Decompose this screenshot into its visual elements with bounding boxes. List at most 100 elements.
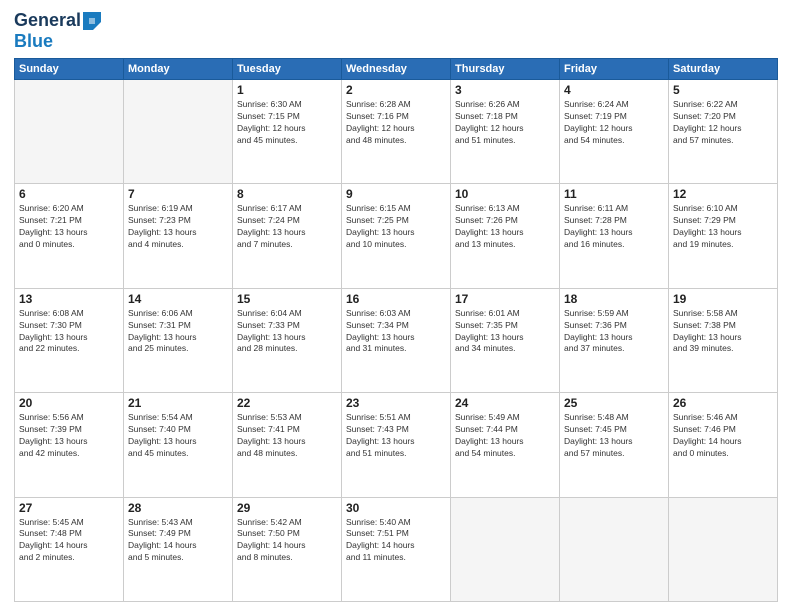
day-info: Sunrise: 6:24 AM Sunset: 7:19 PM Dayligh… xyxy=(564,99,664,147)
day-info: Sunrise: 5:58 AM Sunset: 7:38 PM Dayligh… xyxy=(673,308,773,356)
day-number: 14 xyxy=(128,292,228,306)
calendar-week-1: 6 Sunrise: 6:20 AM Sunset: 7:21 PM Daylig… xyxy=(15,184,778,288)
day-number: 24 xyxy=(455,396,555,410)
day-number: 17 xyxy=(455,292,555,306)
day-info: Sunrise: 5:59 AM Sunset: 7:36 PM Dayligh… xyxy=(564,308,664,356)
day-number: 27 xyxy=(19,501,119,515)
day-info: Sunrise: 6:20 AM Sunset: 7:21 PM Dayligh… xyxy=(19,203,119,251)
day-number: 8 xyxy=(237,187,337,201)
day-info: Sunrise: 5:45 AM Sunset: 7:48 PM Dayligh… xyxy=(19,517,119,565)
calendar-cell xyxy=(451,497,560,601)
calendar-cell: 5 Sunrise: 6:22 AM Sunset: 7:20 PM Daylig… xyxy=(669,80,778,184)
calendar-cell: 20 Sunrise: 5:56 AM Sunset: 7:39 PM Dayli… xyxy=(15,393,124,497)
calendar-cell: 16 Sunrise: 6:03 AM Sunset: 7:34 PM Dayli… xyxy=(342,288,451,392)
day-number: 6 xyxy=(19,187,119,201)
day-number: 29 xyxy=(237,501,337,515)
logo-general-text: General xyxy=(14,10,81,31)
col-header-wednesday: Wednesday xyxy=(342,59,451,80)
calendar-cell: 25 Sunrise: 5:48 AM Sunset: 7:45 PM Dayli… xyxy=(560,393,669,497)
day-info: Sunrise: 5:51 AM Sunset: 7:43 PM Dayligh… xyxy=(346,412,446,460)
day-info: Sunrise: 6:11 AM Sunset: 7:28 PM Dayligh… xyxy=(564,203,664,251)
day-number: 26 xyxy=(673,396,773,410)
day-number: 12 xyxy=(673,187,773,201)
day-info: Sunrise: 6:03 AM Sunset: 7:34 PM Dayligh… xyxy=(346,308,446,356)
calendar-cell: 3Sunrise: 6:26 AM Sunset: 7:18 PM Daylig… xyxy=(451,80,560,184)
calendar-week-0: 1 Sunrise: 6:30 AM Sunset: 7:15 PM Daylig… xyxy=(15,80,778,184)
day-number: 10 xyxy=(455,187,555,201)
calendar-cell: 28 Sunrise: 5:43 AM Sunset: 7:49 PM Dayli… xyxy=(124,497,233,601)
day-number: 20 xyxy=(19,396,119,410)
day-info: Sunrise: 5:46 AM Sunset: 7:46 PM Dayligh… xyxy=(673,412,773,460)
day-info: Sunrise: 6:19 AM Sunset: 7:23 PM Dayligh… xyxy=(128,203,228,251)
day-number: 2 xyxy=(346,83,446,97)
day-number: 5 xyxy=(673,83,773,97)
day-number: 3 xyxy=(455,83,555,97)
day-info: Sunrise: 5:53 AM Sunset: 7:41 PM Dayligh… xyxy=(237,412,337,460)
day-number: 30 xyxy=(346,501,446,515)
calendar-cell: 13 Sunrise: 6:08 AM Sunset: 7:30 PM Dayli… xyxy=(15,288,124,392)
logo: General Blue xyxy=(14,10,101,52)
day-number: 13 xyxy=(19,292,119,306)
calendar-cell: 21Sunrise: 5:54 AM Sunset: 7:40 PM Dayli… xyxy=(124,393,233,497)
calendar-cell: 29Sunrise: 5:42 AM Sunset: 7:50 PM Dayli… xyxy=(233,497,342,601)
calendar-cell: 7 Sunrise: 6:19 AM Sunset: 7:23 PM Daylig… xyxy=(124,184,233,288)
logo-blue-text: Blue xyxy=(14,31,53,52)
day-info: Sunrise: 6:30 AM Sunset: 7:15 PM Dayligh… xyxy=(237,99,337,147)
calendar-cell xyxy=(124,80,233,184)
calendar-cell: 14Sunrise: 6:06 AM Sunset: 7:31 PM Dayli… xyxy=(124,288,233,392)
day-number: 7 xyxy=(128,187,228,201)
day-number: 16 xyxy=(346,292,446,306)
calendar-cell: 17Sunrise: 6:01 AM Sunset: 7:35 PM Dayli… xyxy=(451,288,560,392)
calendar-cell: 10 Sunrise: 6:13 AM Sunset: 7:26 PM Dayli… xyxy=(451,184,560,288)
calendar-cell xyxy=(15,80,124,184)
calendar-cell: 23 Sunrise: 5:51 AM Sunset: 7:43 PM Dayli… xyxy=(342,393,451,497)
day-number: 22 xyxy=(237,396,337,410)
calendar-cell: 6 Sunrise: 6:20 AM Sunset: 7:21 PM Daylig… xyxy=(15,184,124,288)
day-info: Sunrise: 6:13 AM Sunset: 7:26 PM Dayligh… xyxy=(455,203,555,251)
day-number: 28 xyxy=(128,501,228,515)
day-info: Sunrise: 5:56 AM Sunset: 7:39 PM Dayligh… xyxy=(19,412,119,460)
calendar-cell: 30 Sunrise: 5:40 AM Sunset: 7:51 PM Dayli… xyxy=(342,497,451,601)
calendar-week-2: 13 Sunrise: 6:08 AM Sunset: 7:30 PM Dayli… xyxy=(15,288,778,392)
day-info: Sunrise: 5:43 AM Sunset: 7:49 PM Dayligh… xyxy=(128,517,228,565)
calendar-cell: 19 Sunrise: 5:58 AM Sunset: 7:38 PM Dayli… xyxy=(669,288,778,392)
day-info: Sunrise: 6:10 AM Sunset: 7:29 PM Dayligh… xyxy=(673,203,773,251)
calendar-cell: 22 Sunrise: 5:53 AM Sunset: 7:41 PM Dayli… xyxy=(233,393,342,497)
header: General Blue xyxy=(14,10,778,52)
calendar-cell: 11 Sunrise: 6:11 AM Sunset: 7:28 PM Dayli… xyxy=(560,184,669,288)
day-info: Sunrise: 6:15 AM Sunset: 7:25 PM Dayligh… xyxy=(346,203,446,251)
day-info: Sunrise: 6:08 AM Sunset: 7:30 PM Dayligh… xyxy=(19,308,119,356)
day-number: 21 xyxy=(128,396,228,410)
day-number: 11 xyxy=(564,187,664,201)
day-info: Sunrise: 6:04 AM Sunset: 7:33 PM Dayligh… xyxy=(237,308,337,356)
calendar-cell: 12 Sunrise: 6:10 AM Sunset: 7:29 PM Dayli… xyxy=(669,184,778,288)
day-info: Sunrise: 6:28 AM Sunset: 7:16 PM Dayligh… xyxy=(346,99,446,147)
calendar-cell: 26 Sunrise: 5:46 AM Sunset: 7:46 PM Dayli… xyxy=(669,393,778,497)
col-header-friday: Friday xyxy=(560,59,669,80)
calendar-cell: 2 Sunrise: 6:28 AM Sunset: 7:16 PM Daylig… xyxy=(342,80,451,184)
calendar-cell: 18Sunrise: 5:59 AM Sunset: 7:36 PM Dayli… xyxy=(560,288,669,392)
day-number: 1 xyxy=(237,83,337,97)
calendar-table: SundayMondayTuesdayWednesdayThursdayFrid… xyxy=(14,58,778,602)
calendar-cell: 24 Sunrise: 5:49 AM Sunset: 7:44 PM Dayli… xyxy=(451,393,560,497)
day-number: 9 xyxy=(346,187,446,201)
day-number: 23 xyxy=(346,396,446,410)
col-header-thursday: Thursday xyxy=(451,59,560,80)
day-info: Sunrise: 6:22 AM Sunset: 7:20 PM Dayligh… xyxy=(673,99,773,147)
calendar-header-row: SundayMondayTuesdayWednesdayThursdayFrid… xyxy=(15,59,778,80)
logo-icon xyxy=(83,12,101,30)
day-number: 19 xyxy=(673,292,773,306)
col-header-sunday: Sunday xyxy=(15,59,124,80)
calendar-week-4: 27 Sunrise: 5:45 AM Sunset: 7:48 PM Dayli… xyxy=(15,497,778,601)
day-number: 15 xyxy=(237,292,337,306)
day-info: Sunrise: 5:49 AM Sunset: 7:44 PM Dayligh… xyxy=(455,412,555,460)
day-info: Sunrise: 5:48 AM Sunset: 7:45 PM Dayligh… xyxy=(564,412,664,460)
calendar-cell: 27 Sunrise: 5:45 AM Sunset: 7:48 PM Dayli… xyxy=(15,497,124,601)
calendar-week-3: 20 Sunrise: 5:56 AM Sunset: 7:39 PM Dayli… xyxy=(15,393,778,497)
calendar-cell: 4Sunrise: 6:24 AM Sunset: 7:19 PM Daylig… xyxy=(560,80,669,184)
calendar-cell: 9 Sunrise: 6:15 AM Sunset: 7:25 PM Daylig… xyxy=(342,184,451,288)
day-info: Sunrise: 5:40 AM Sunset: 7:51 PM Dayligh… xyxy=(346,517,446,565)
col-header-tuesday: Tuesday xyxy=(233,59,342,80)
day-number: 25 xyxy=(564,396,664,410)
calendar-cell: 15 Sunrise: 6:04 AM Sunset: 7:33 PM Dayli… xyxy=(233,288,342,392)
